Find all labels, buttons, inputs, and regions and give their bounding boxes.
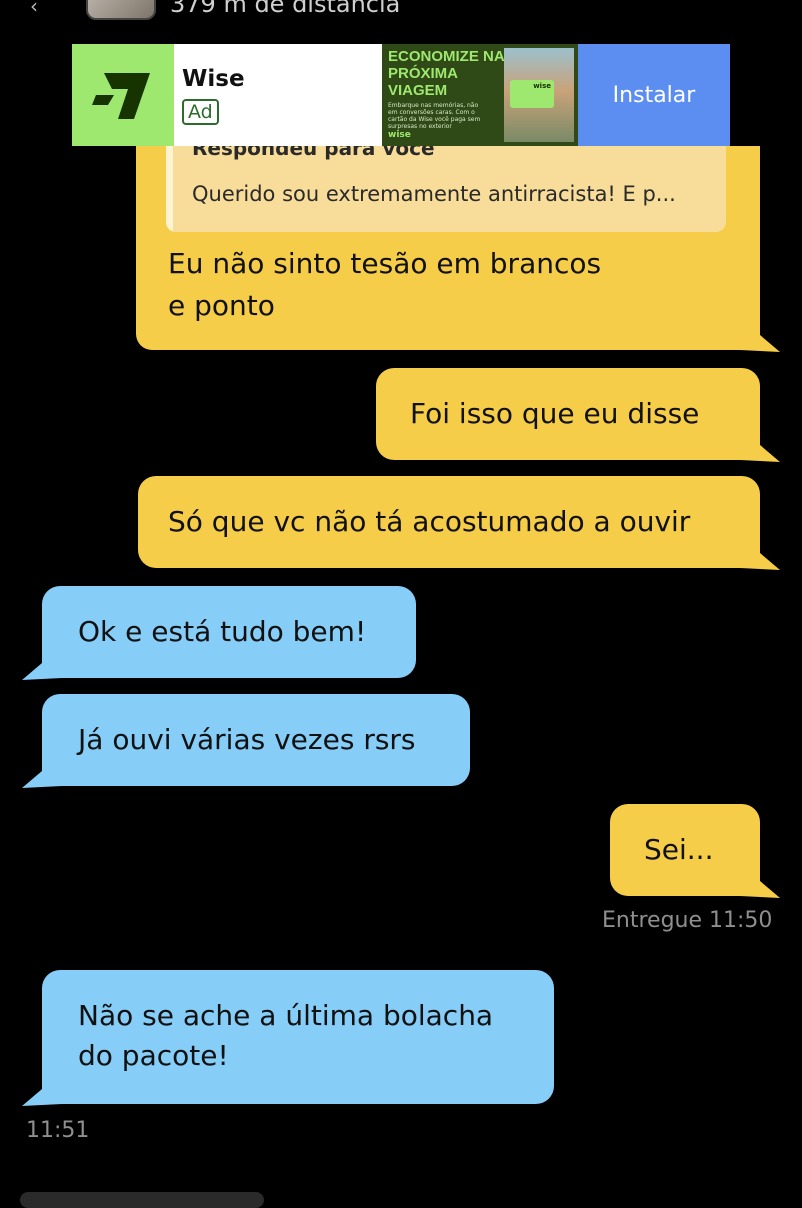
distance-label: 379 m de distância bbox=[170, 0, 401, 18]
bubble-tail bbox=[22, 754, 62, 788]
bubble-tail bbox=[22, 646, 62, 680]
message-time: 11:51 bbox=[26, 1118, 90, 1143]
message-text: e ponto bbox=[168, 289, 275, 322]
quote-bar bbox=[166, 146, 173, 232]
quote-title: Respondeu para você bbox=[192, 146, 435, 160]
ad-creative-image[interactable]: ECONOMIZE NA PRÓXIMA VIAGEM Embarque nas… bbox=[382, 44, 578, 146]
chat-header: ‹ 379 m de distância bbox=[0, 0, 802, 20]
message-text: Só que vc não tá acostumado a ouvir bbox=[168, 505, 691, 538]
ad-subtext: Embarque nas memórias, não em conversões… bbox=[388, 102, 481, 130]
message-bubble-sent[interactable]: Só que vc não tá acostumado a ouvir bbox=[138, 476, 760, 568]
wise-logo-icon bbox=[72, 44, 174, 146]
delivery-status: Entregue 11:50 bbox=[602, 908, 773, 933]
message-text: Não se ache a última bolacha bbox=[78, 999, 494, 1032]
avatar[interactable] bbox=[86, 0, 156, 20]
ad-advertiser-name: Wise bbox=[182, 66, 245, 92]
ad-badge: Ad bbox=[182, 99, 219, 125]
quote-text: Querido sou extremamente antirracista! E… bbox=[192, 182, 676, 206]
message-bubble-sent[interactable]: Foi isso que eu disse bbox=[376, 368, 760, 460]
quoted-reply[interactable]: Respondeu para você Querido sou extremam… bbox=[166, 146, 726, 232]
message-text: Eu não sinto tesão em brancos bbox=[168, 247, 602, 280]
bubble-tail bbox=[740, 428, 780, 462]
message-bubble-sent[interactable]: Sei... bbox=[610, 804, 760, 896]
message-text: Sei... bbox=[644, 833, 714, 866]
bubble-tail bbox=[22, 1072, 62, 1106]
bubble-tail bbox=[740, 536, 780, 570]
chevron-left-icon[interactable]: ‹ bbox=[30, 0, 38, 18]
message-text: do pacote! bbox=[78, 1039, 229, 1072]
message-text: Já ouvi várias vezes rsrs bbox=[78, 723, 416, 756]
install-button[interactable]: Instalar bbox=[578, 44, 730, 146]
bubble-tail bbox=[740, 318, 780, 352]
message-bubble-received[interactable]: Já ouvi várias vezes rsrs bbox=[42, 694, 470, 786]
message-text: Foi isso que eu disse bbox=[410, 397, 700, 430]
ad-headline: ECONOMIZE NA PRÓXIMA VIAGEM bbox=[388, 48, 505, 99]
ad-banner[interactable]: Wise Ad ECONOMIZE NA PRÓXIMA VIAGEM Emba… bbox=[72, 44, 730, 146]
composer-bar[interactable] bbox=[20, 1192, 264, 1208]
message-bubble-received[interactable]: Ok e está tudo bem! bbox=[42, 586, 416, 678]
ad-brand-mark: wise bbox=[388, 130, 411, 140]
message-text: Ok e está tudo bem! bbox=[78, 615, 367, 648]
ad-card-image: wise bbox=[510, 80, 554, 108]
bubble-tail bbox=[740, 864, 780, 898]
message-bubble-received[interactable]: Não se ache a última bolacha do pacote! bbox=[42, 970, 554, 1104]
